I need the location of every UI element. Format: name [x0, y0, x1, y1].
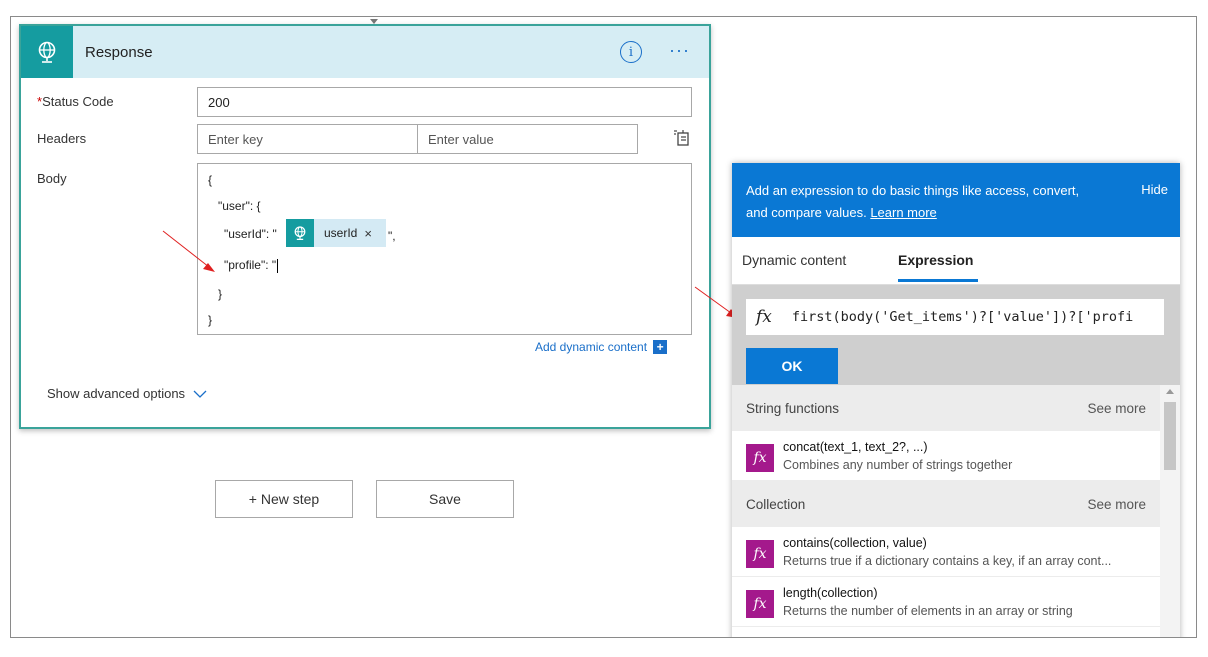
panel-header: Add an expression to do basic things lik…	[732, 163, 1180, 237]
expression-panel: Add an expression to do basic things lik…	[732, 163, 1180, 637]
add-dynamic-content-link[interactable]: Add dynamic content +	[535, 340, 668, 354]
tab-dynamic-content[interactable]: Dynamic content	[742, 252, 846, 268]
plus-icon: +	[653, 340, 668, 354]
info-icon[interactable]: i	[620, 41, 642, 63]
tab-expression[interactable]: Expression	[898, 252, 973, 268]
designer-canvas: Response i ··· *Status Code 200 Headers …	[10, 16, 1197, 638]
ok-button[interactable]: OK	[746, 348, 838, 384]
dynamic-token-userid[interactable]: userId ×	[286, 219, 386, 247]
save-button[interactable]: Save	[376, 480, 514, 518]
globe-icon	[21, 26, 73, 78]
show-advanced-options-toggle[interactable]: Show advanced options	[47, 386, 207, 401]
hide-link[interactable]: Hide	[1141, 182, 1168, 197]
scroll-thumb[interactable]	[1164, 402, 1176, 470]
annotation-arrow-icon	[162, 230, 215, 272]
globe-icon	[286, 219, 314, 247]
headers-label: Headers	[37, 131, 87, 146]
header-key-input[interactable]: Enter key	[197, 124, 418, 154]
code-inner-close: }	[218, 287, 223, 301]
function-item-concat[interactable]: fx concat(text_1, text_2?, ...) Combines…	[732, 431, 1160, 481]
learn-more-link[interactable]: Learn more	[870, 205, 936, 220]
expression-editor-area: fx first(body('Get_items')?['value'])?['…	[732, 285, 1180, 385]
close-icon[interactable]: ×	[364, 226, 372, 241]
response-action-card: Response i ··· *Status Code 200 Headers …	[19, 24, 711, 429]
code-open-brace: {	[208, 173, 213, 187]
header-value-input[interactable]: Enter value	[417, 124, 638, 154]
code-user-line: "user": {	[218, 199, 261, 213]
function-list-scrollbar[interactable]	[1160, 385, 1180, 637]
card-header[interactable]: Response i ···	[21, 26, 709, 78]
panel-tabs: Dynamic content Expression	[732, 237, 1180, 285]
function-icon: fx	[746, 444, 774, 472]
scroll-up-icon[interactable]	[1166, 389, 1174, 394]
status-code-input[interactable]: 200	[197, 87, 692, 117]
code-userid-suffix: ",	[388, 229, 396, 243]
panel-header-text: Add an expression to do basic things lik…	[746, 183, 1080, 220]
function-item-length[interactable]: fx length(collection) Returns the number…	[732, 577, 1160, 627]
body-label: Body	[37, 171, 67, 186]
switch-to-text-mode-icon[interactable]	[673, 129, 691, 152]
text-cursor	[277, 258, 279, 273]
code-profile-line: "profile": "	[224, 258, 279, 273]
section-string-functions: String functions See more	[732, 385, 1160, 431]
status-code-value: 200	[208, 94, 230, 110]
function-icon: fx	[746, 540, 774, 568]
expression-input[interactable]: fx first(body('Get_items')?['value'])?['…	[746, 299, 1164, 335]
expression-value: first(body('Get_items')?['value'])?['pro…	[791, 309, 1134, 325]
section-collection: Collection See more	[732, 481, 1160, 527]
more-options-icon[interactable]: ···	[669, 40, 690, 61]
chevron-down-icon	[193, 386, 207, 401]
code-userid-prefix: "userId": "	[224, 227, 277, 241]
code-outer-close: }	[208, 313, 213, 327]
status-code-label: *Status Code	[37, 94, 114, 109]
function-item-contains[interactable]: fx contains(collection, value) Returns t…	[732, 527, 1160, 577]
card-title: Response	[85, 43, 153, 61]
token-label: userId	[324, 226, 358, 240]
fx-icon: fx	[756, 307, 772, 327]
body-editor[interactable]: { "user": { "userId": " userId × ", "pro…	[197, 163, 692, 335]
see-more-link[interactable]: See more	[1087, 401, 1146, 416]
new-step-button[interactable]: + New step	[215, 480, 353, 518]
function-list: String functions See more fx concat(text…	[732, 385, 1160, 627]
active-tab-indicator	[898, 279, 978, 282]
see-more-link[interactable]: See more	[1087, 497, 1146, 512]
function-icon: fx	[746, 590, 774, 618]
